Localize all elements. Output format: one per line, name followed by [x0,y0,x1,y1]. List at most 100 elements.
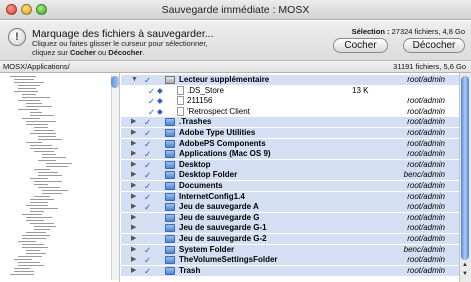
disclosure-collapsed-icon[interactable]: ▶ [131,128,136,138]
list-item[interactable]: ▶ ✓ Applications (Mac OS 9) root/admin [121,149,459,160]
folder-icon [165,118,175,127]
list-item[interactable]: ▶ ✓ Documents root/admin [121,181,459,191]
list-item[interactable]: ✓ ◆ 211156 root/admin [121,96,459,106]
disclosure-collapsed-icon[interactable]: ▶ [131,213,136,223]
item-owner: root/admin [407,191,445,201]
instruction-suffix: . [142,47,145,57]
disclosure-collapsed-icon[interactable]: ▶ [131,117,136,127]
item-owner: root/admin [407,212,445,222]
overview-line [18,100,40,101]
scroll-up-arrow[interactable]: ▲ [461,262,469,270]
checkmark-icon[interactable]: ✓ [144,128,151,138]
checkmark-icon[interactable]: ✓ [144,192,151,202]
folder-icon [165,213,175,222]
diamond-marker-icon: ◆ [157,96,163,106]
checkmark-icon[interactable]: ✓ [148,96,155,106]
checkmark-icon[interactable]: ✓ [144,255,151,265]
list-item[interactable]: ▶ ✓ AdobePS Components root/admin [121,138,459,149]
overview-line [34,184,48,185]
disclosure-collapsed-icon[interactable]: ▶ [131,245,136,255]
scroll-down-arrow[interactable]: ▼ [461,271,469,279]
selection-label: Sélection : [351,27,390,36]
list-item[interactable]: ▶ Jeu de sauvegarde G-2 root/admin [121,234,459,244]
overview-pane[interactable] [0,73,120,282]
checkmark-icon[interactable]: ✓ [148,107,155,117]
disclosure-collapsed-icon[interactable]: ▶ [131,223,136,233]
checkmark-icon[interactable]: ✓ [144,160,151,170]
item-name: Applications (Mac OS 9) [179,149,271,159]
checkmark-icon[interactable]: ✓ [144,202,151,212]
overview-scrollbar[interactable] [111,75,119,280]
file-list[interactable]: ▼ ✓ Lecteur supplémentaire root/admin ✓ ◆ .DS_… [121,73,459,282]
overview-line [30,211,44,212]
overview-line [42,190,68,191]
list-item[interactable]: ▶ ✓ InternetConfig1.4 root/admin [121,191,459,202]
overview-line [38,136,56,137]
overview-line [34,181,62,182]
list-item[interactable]: ▶ ✓ Trash root/admin [121,265,459,276]
disclosure-collapsed-icon[interactable]: ▶ [131,139,136,149]
list-item[interactable]: ▶ ✓ Jeu de sauvegarde A root/admin [121,202,459,213]
disclosure-collapsed-icon[interactable]: ▶ [131,192,136,202]
list-item[interactable]: ▶ Jeu de sauvegarde G-1 root/admin [121,223,459,234]
overview-line [10,274,34,275]
check-button[interactable]: Cocher [333,38,388,53]
list-item[interactable]: ✓ ◆ 'Retrospect Client root/admin [121,106,459,117]
item-name: .Trashes [179,117,212,127]
uncheck-button[interactable]: Décocher [403,38,465,53]
overview-line [10,76,36,77]
folder-icon [165,139,175,148]
checkmark-icon[interactable]: ✓ [144,139,151,149]
overview-line [14,259,32,260]
list-item[interactable]: ▼ ✓ Lecteur supplémentaire root/admin [121,75,459,85]
selection-value: 27324 fichiers, 4,8 Go [391,27,465,36]
folder-icon [165,160,175,169]
overview-line [18,241,36,242]
checkmark-icon[interactable]: ✓ [144,181,151,191]
folder-icon [165,203,175,212]
list-item[interactable]: ▶ ✓ TheVolumeSettingsFolder root/admin [121,255,459,266]
checkmark-icon[interactable]: ✓ [144,266,151,276]
overview-line [30,115,54,116]
folder-icon [165,171,175,180]
list-scroll-thumb[interactable] [461,76,469,260]
disclosure-collapsed-icon[interactable]: ▶ [131,160,136,170]
checkmark-icon[interactable]: ✓ [144,149,151,159]
checkmark-icon[interactable]: ✓ [144,170,151,180]
list-item[interactable]: ▶ ✓ System Folder benc/admin [121,244,459,255]
disclosure-collapsed-icon[interactable]: ▶ [131,266,136,276]
disclosure-collapsed-icon[interactable]: ▶ [131,170,136,180]
checkmark-icon[interactable]: ✓ [144,117,151,127]
checkmark-icon[interactable]: ✓ [148,86,155,96]
list-item[interactable]: ▶ ✓ Adobe Type Utilities root/admin [121,128,459,138]
list-item[interactable]: ✓ ◆ .DS_Store 13 K [121,85,459,96]
item-name: System Folder [179,244,235,254]
overview-line [34,196,50,197]
list-item[interactable]: ▶ ✓ .Trashes root/admin [121,117,459,128]
item-name: 211156 [187,96,213,106]
overview-line [14,91,38,92]
overview-line [22,97,50,98]
overview-line [30,223,54,224]
list-item[interactable]: ▶ ✓ Desktop root/admin [121,159,459,170]
disclosure-collapsed-icon[interactable]: ▶ [131,255,136,265]
item-name: InternetConfig1.4 [179,191,245,201]
overview-line [14,82,44,83]
overview-scroll-thumb[interactable] [111,76,119,88]
overview-line [18,88,36,89]
checkmark-icon[interactable]: ✓ [144,75,151,85]
disclosure-collapsed-icon[interactable]: ▶ [131,149,136,159]
item-name: .DS_Store [187,85,224,95]
checkmark-icon[interactable]: ✓ [144,245,151,255]
disclosure-collapsed-icon[interactable]: ▶ [131,202,136,212]
disclosure-collapsed-icon[interactable]: ▶ [131,181,136,191]
overview-line [22,214,42,215]
header-instructions: Cliquez ou faites glisser le curseur pou… [32,39,208,57]
item-owner: root/admin [407,149,445,159]
disclosure-collapsed-icon[interactable]: ▶ [131,234,136,244]
list-item[interactable]: ▶ Jeu de sauvegarde G root/admin [121,212,459,223]
title-bar: Sauvegarde immédiate : MOSX [0,0,471,20]
disclosure-expanded-icon[interactable]: ▼ [131,75,138,85]
selection-header: ! Marquage des fichiers à sauvegarder...… [0,21,471,61]
list-item[interactable]: ▶ ✓ Desktop Folder benc/admin [121,170,459,181]
